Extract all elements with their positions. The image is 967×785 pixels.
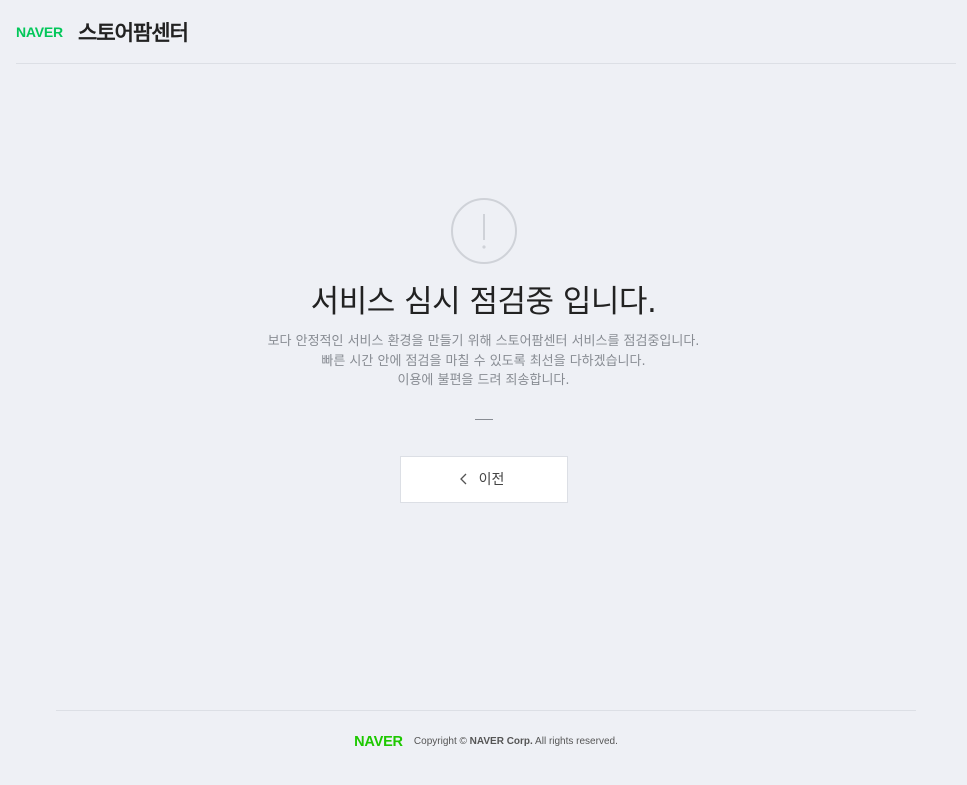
naver-logo[interactable]: NAVER <box>16 24 63 40</box>
copyright-prefix: Copyright © <box>413 736 467 747</box>
back-button[interactable]: 이전 <box>399 455 568 503</box>
chevron-left-icon <box>459 473 467 485</box>
service-name[interactable]: 스토어팜센터 <box>78 17 189 47</box>
copyright: Copyright © NAVER Corp. All rights reser… <box>414 736 618 747</box>
page-title: 서비스 심시 점검중 입니다. <box>310 284 657 320</box>
description-line: 이용에 불편을 드려 죄송합니다. <box>397 373 570 388</box>
description-line: 빠른 시간 안에 점검을 마칠 수 있도록 최선을 다하겠습니다. <box>321 353 646 369</box>
back-button-label: 이전 <box>478 472 505 488</box>
divider <box>474 418 493 420</box>
maintenance-notice: 서비스 심시 점검중 입니다. 보다 안정적인 서비스 환경을 만들기 위해 스… <box>0 198 967 503</box>
header: NAVER 스토어팜센터 <box>16 0 956 64</box>
warning-icon <box>450 198 517 264</box>
footer: NAVER Copyright © NAVER Corp. All rights… <box>56 710 916 785</box>
exclamation-icon <box>481 214 486 249</box>
rights-text: All rights reserved. <box>535 736 618 747</box>
company-name[interactable]: NAVER Corp. <box>470 736 533 747</box>
footer-naver-logo[interactable]: NAVER <box>354 734 403 750</box>
notice-description: 보다 안정적인 서비스 환경을 만들기 위해 스토어팜센터 서비스를 점검중입니… <box>0 332 967 391</box>
description-line: 보다 안정적인 서비스 환경을 만들기 위해 스토어팜센터 서비스를 점검중입니… <box>267 334 700 349</box>
footer-content: NAVER Copyright © NAVER Corp. All rights… <box>56 731 916 750</box>
